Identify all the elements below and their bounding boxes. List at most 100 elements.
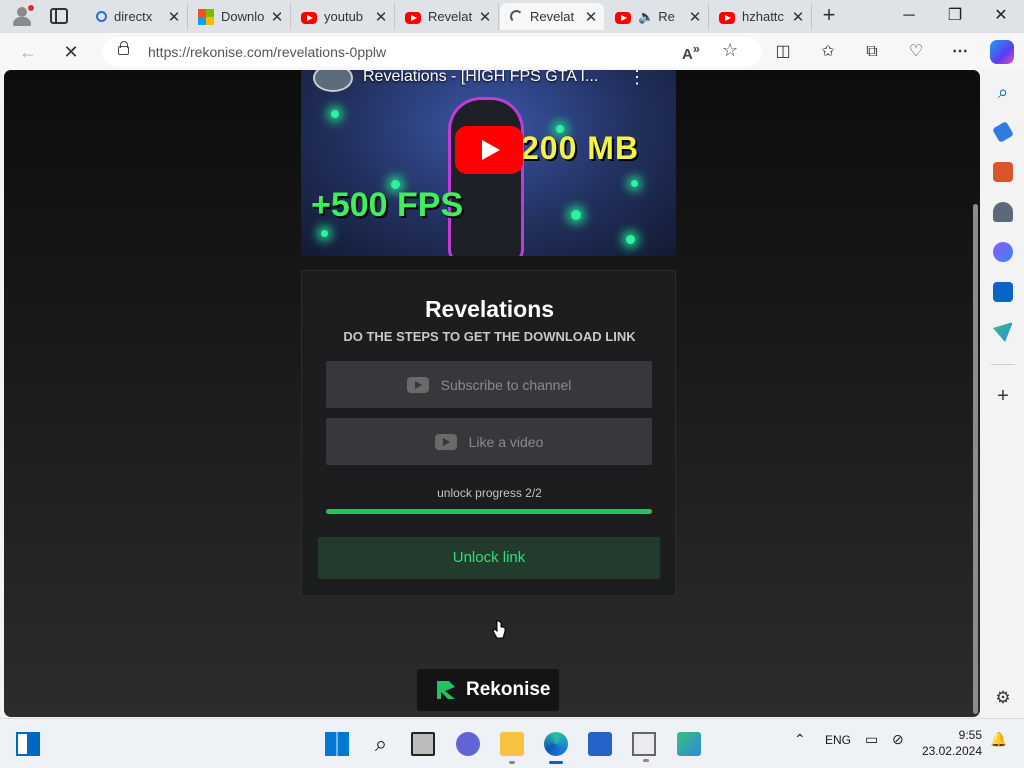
tab-download[interactable]: Downlo ✕ xyxy=(188,3,291,30)
minimize-button[interactable]: ─ xyxy=(886,4,932,30)
speaker-icon[interactable]: 🔈 xyxy=(638,9,654,25)
youtube-icon xyxy=(301,11,317,24)
stop-loading-button[interactable]: ✕ xyxy=(58,39,84,65)
loading-icon xyxy=(510,10,523,23)
close-icon[interactable]: ✕ xyxy=(167,8,181,26)
rekonise-brand[interactable]: Rekonise xyxy=(416,668,560,712)
task-view-icon[interactable] xyxy=(411,732,435,756)
taskbar: ⌕ ⌃ ENG ▭ ⊘ 9:55 23.02.2024 🔔 xyxy=(0,718,1024,768)
subscribe-step-button[interactable]: Subscribe to channel xyxy=(326,361,652,408)
youtube-icon xyxy=(406,376,429,393)
tab-label: Downlo xyxy=(221,9,265,24)
tab-label: Revelat xyxy=(530,9,575,24)
rekonise-logo-icon xyxy=(437,681,455,699)
hand-cursor-icon xyxy=(492,620,506,639)
add-icon[interactable]: + xyxy=(993,386,1013,406)
tab-label: Re xyxy=(658,9,675,24)
app-window-icon[interactable] xyxy=(632,732,656,762)
maximize-button[interactable]: ❐ xyxy=(932,4,978,30)
close-icon[interactable]: ✕ xyxy=(478,8,492,26)
app-icon[interactable] xyxy=(677,732,701,756)
video-title-bar: Revelations - [HIGH FPS GTA I... ⋮ xyxy=(301,70,676,94)
like-step-button[interactable]: Like a video xyxy=(326,418,652,465)
channel-avatar[interactable] xyxy=(313,70,353,92)
tab-label: Revelat xyxy=(428,9,473,24)
clock[interactable]: 9:55 23.02.2024 xyxy=(900,727,982,759)
address-bar: ← ✕ https://rekonise.com/revelations-0pp… xyxy=(0,33,1024,70)
tab-audio[interactable]: 🔈 Re ✕ xyxy=(605,3,709,30)
search-icon xyxy=(96,11,107,22)
youtube-icon xyxy=(405,11,421,24)
progress-bar xyxy=(326,509,652,514)
card-title: Revelations xyxy=(424,296,555,322)
network-icon[interactable]: ▭ xyxy=(865,731,878,748)
tab-label: hzhattc xyxy=(742,9,784,24)
file-explorer-icon[interactable] xyxy=(500,732,524,764)
window-close-button[interactable]: ✕ xyxy=(978,4,1024,30)
tab-strip: directx ✕ Downlo ✕ youtub ✕ Revelat ✕ Re… xyxy=(0,0,1024,33)
unlock-card: Revelations DO THE STEPS TO GET THE DOWN… xyxy=(301,270,676,596)
search-icon[interactable]: ⌕ xyxy=(993,82,1013,102)
video-thumbnail-figure xyxy=(451,100,521,256)
tools-icon[interactable] xyxy=(993,162,1013,182)
tray-chevron-icon[interactable]: ⌃ xyxy=(794,731,806,748)
page-viewport: 200 MB +500 FPS Revelations - [HIGH FPS … xyxy=(4,70,980,717)
close-icon[interactable]: ✕ xyxy=(791,8,805,26)
microsoft-365-icon[interactable] xyxy=(993,242,1013,262)
video-overlay-fps: +500 FPS xyxy=(311,186,464,224)
youtube-icon xyxy=(719,11,735,24)
more-menu-icon[interactable]: ⋯ xyxy=(949,41,971,63)
youtube-icon xyxy=(434,433,457,450)
profile-icon[interactable] xyxy=(10,4,36,28)
edge-sidebar: ⌕ + ⚙ xyxy=(982,70,1024,718)
back-button[interactable]: ← xyxy=(15,39,41,65)
store-icon[interactable] xyxy=(588,732,612,756)
video-menu-icon[interactable]: ⋮ xyxy=(628,70,646,88)
video-embed[interactable]: 200 MB +500 FPS Revelations - [HIGH FPS … xyxy=(301,70,676,256)
tab-youtube[interactable]: youtub ✕ xyxy=(291,3,395,30)
browser-essentials-icon[interactable]: ♡ xyxy=(905,41,927,63)
step-label: Subscribe to channel xyxy=(440,376,572,393)
sidebar-divider xyxy=(991,364,1015,365)
url-field[interactable]: https://rekonise.com/revelations-0pplw A… xyxy=(102,37,762,67)
progress-fill xyxy=(326,509,652,514)
url-text[interactable]: https://rekonise.com/revelations-0pplw xyxy=(148,44,386,60)
step-label: Like a video xyxy=(468,433,544,450)
favorites-icon[interactable]: ✩ xyxy=(817,41,839,63)
lock-icon[interactable] xyxy=(118,41,129,55)
microsoft-icon xyxy=(198,8,214,25)
sidebar-settings-icon[interactable]: ⚙ xyxy=(993,688,1013,708)
windows-start-icon[interactable] xyxy=(325,732,349,756)
close-icon[interactable]: ✕ xyxy=(374,8,388,26)
close-icon[interactable]: ✕ xyxy=(584,8,598,26)
notification-icon[interactable]: 🔔 xyxy=(990,731,1007,748)
close-icon[interactable]: ✕ xyxy=(688,8,702,26)
clock-time: 9:55 xyxy=(958,728,982,742)
chat-icon[interactable] xyxy=(456,732,480,756)
tab-actions-icon[interactable] xyxy=(50,8,68,24)
collections-icon[interactable]: ⧉ xyxy=(861,41,883,63)
tab-hzhattc[interactable]: hzhattc ✕ xyxy=(709,3,812,30)
edge-browser-icon[interactable] xyxy=(544,732,568,764)
language-indicator[interactable]: ENG xyxy=(825,733,851,747)
widgets-icon[interactable] xyxy=(16,732,40,756)
drop-icon[interactable] xyxy=(993,322,1013,342)
favorite-star-icon[interactable]: ☆ xyxy=(722,40,738,61)
read-aloud-icon[interactable]: A» xyxy=(682,42,700,63)
page-scrollbar[interactable] xyxy=(973,204,978,714)
games-icon[interactable] xyxy=(993,202,1013,222)
youtube-icon xyxy=(615,11,631,24)
tab-revelations-active[interactable]: Revelat ✕ xyxy=(500,3,604,30)
youtube-play-icon[interactable] xyxy=(455,126,523,174)
unlock-link-button[interactable]: Unlock link xyxy=(318,537,660,579)
video-title[interactable]: Revelations - [HIGH FPS GTA I... xyxy=(363,70,598,86)
split-screen-icon[interactable]: ◫ xyxy=(772,41,794,63)
tab-revelations-video[interactable]: Revelat ✕ xyxy=(395,3,499,30)
outlook-icon[interactable] xyxy=(993,282,1013,302)
search-icon[interactable]: ⌕ xyxy=(369,732,393,756)
shopping-tag-icon[interactable] xyxy=(992,121,1014,143)
tab-directx[interactable]: directx ✕ xyxy=(86,3,188,30)
new-tab-button[interactable]: + xyxy=(818,4,840,27)
copilot-icon[interactable] xyxy=(990,40,1014,64)
close-icon[interactable]: ✕ xyxy=(270,8,284,26)
